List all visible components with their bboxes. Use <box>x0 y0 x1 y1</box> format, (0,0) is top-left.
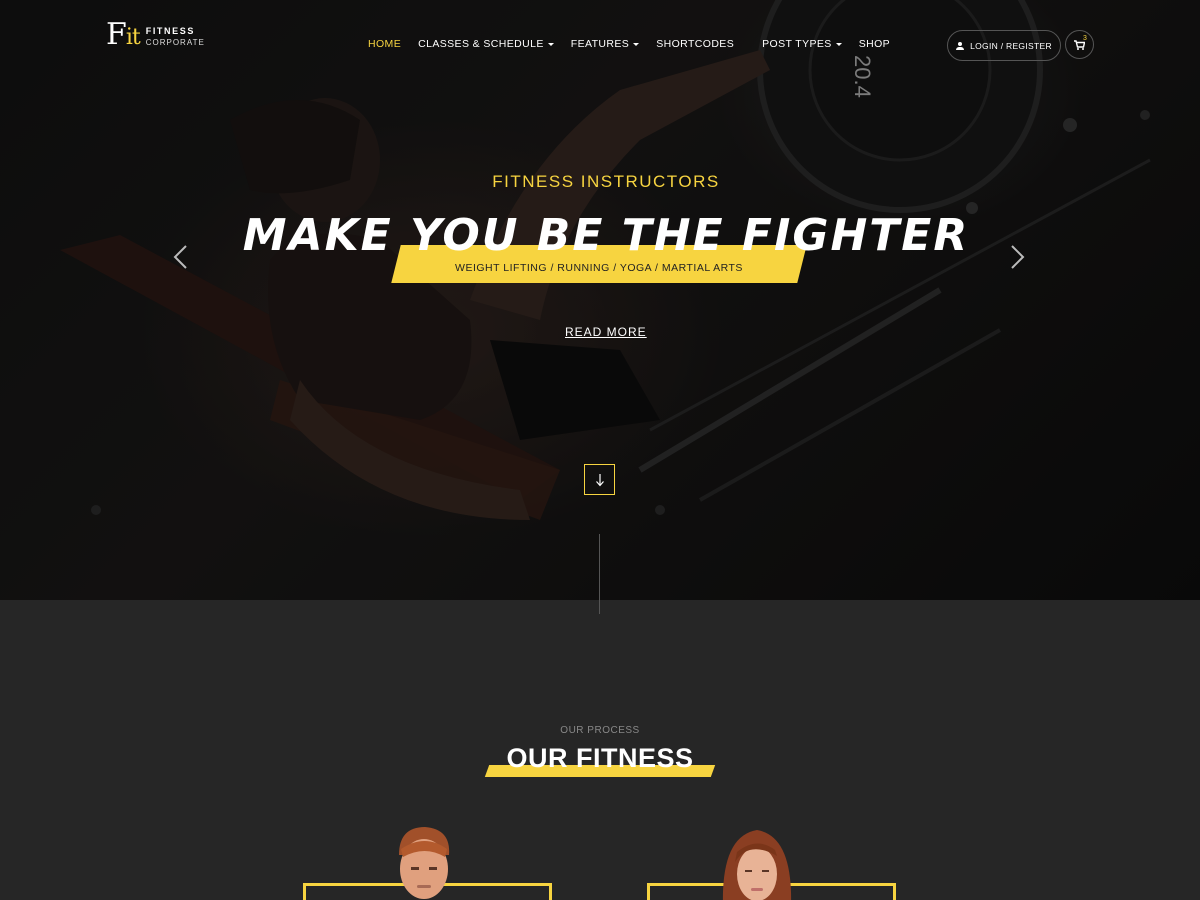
logo-mark: Fit <box>106 17 141 52</box>
chevron-down-icon <box>835 43 842 46</box>
process-eyebrow: OUR PROCESS <box>560 725 640 736</box>
cart-count-badge: 3 <box>1083 35 1087 42</box>
login-register-label: LOGIN / REGISTER <box>970 40 1052 51</box>
slide-eyebrow: FITNESS INSTRUCTORS <box>492 172 720 191</box>
brand-logo[interactable]: Fit FITNESS CORPORATE <box>106 20 205 53</box>
nav-item-shop[interactable]: SHOP <box>859 38 890 50</box>
nav-item-home[interactable]: HOME <box>368 38 401 50</box>
chevron-down-icon <box>547 43 554 46</box>
logo-text: FITNESS CORPORATE <box>145 25 205 47</box>
read-more-link[interactable]: READ MORE <box>565 325 647 339</box>
nav-item-classes-schedule[interactable]: CLASSES & SCHEDULE <box>418 38 554 50</box>
nav-item-features[interactable]: FEATURES <box>571 38 640 50</box>
trainer-photo-female <box>715 826 799 900</box>
process-title: OUR FITNESS <box>506 743 694 773</box>
main-nav: HOME CLASSES & SCHEDULE FEATURES SHORTCO… <box>368 38 907 50</box>
nav-item-shortcodes[interactable]: SHORTCODES <box>656 38 734 50</box>
scroll-indicator-line <box>599 534 600 614</box>
cart-button[interactable]: 3 <box>1065 30 1094 59</box>
scroll-down-button[interactable] <box>584 464 615 495</box>
slide-tags: WEIGHT LIFTING / RUNNING / YOGA / MARTIA… <box>455 262 743 274</box>
slide-headline: MAKE YOU BE THE FIGHTER <box>242 210 970 261</box>
trainer-photo-male <box>385 825 463 900</box>
arrow-down-icon <box>595 473 604 486</box>
chevron-down-icon <box>633 43 640 46</box>
login-register-button[interactable]: LOGIN / REGISTER <box>947 30 1061 61</box>
user-icon <box>956 41 965 50</box>
nav-item-post-types[interactable]: POST TYPES <box>762 38 842 50</box>
hero-background-image: 20.4 <box>0 0 1200 600</box>
hero-slider: 20.4 Fit FITNESS CORPORATE HOME CLASSES … <box>0 0 1200 600</box>
